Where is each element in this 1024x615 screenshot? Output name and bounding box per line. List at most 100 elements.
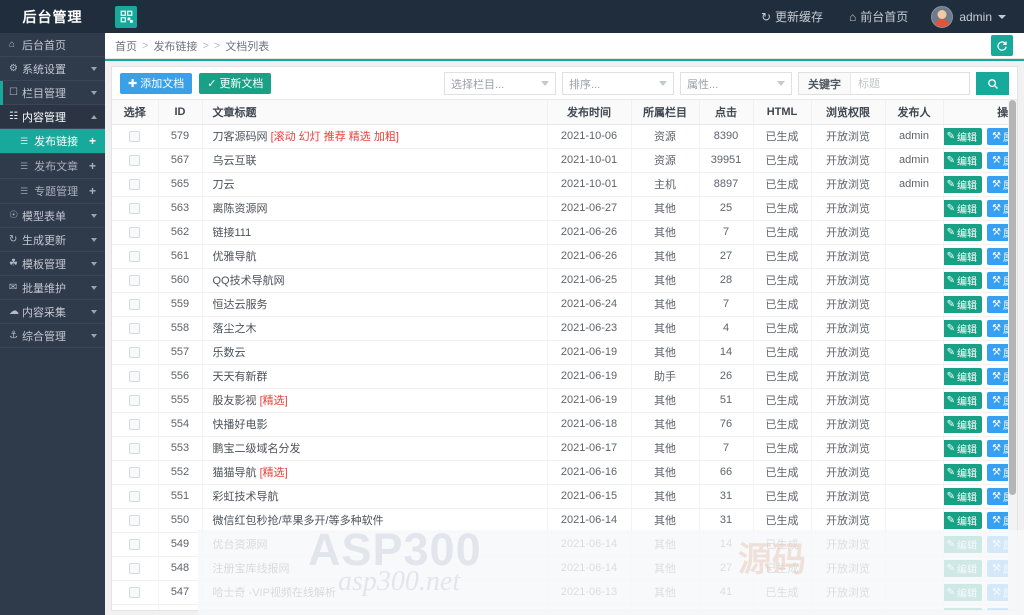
row-title[interactable]: 乐数云 bbox=[202, 340, 547, 364]
edit-button[interactable]: ✎编辑 bbox=[943, 584, 982, 601]
sidebar-item-comprehensive-management[interactable]: ⚓ 综合管理 bbox=[0, 324, 105, 348]
row-title[interactable]: 哈士奇 -VIP视频在线解析 bbox=[202, 580, 547, 604]
sidebar-subitem-publish-link[interactable]: ☰ 发布链接 + bbox=[0, 129, 105, 154]
plus-icon[interactable]: + bbox=[89, 159, 96, 173]
edit-button[interactable]: ✎编辑 bbox=[943, 128, 982, 145]
plus-icon[interactable]: + bbox=[89, 134, 96, 148]
search-input[interactable] bbox=[851, 73, 969, 94]
row-checkbox[interactable] bbox=[129, 155, 140, 166]
row-date: 2021-06-14 bbox=[547, 556, 631, 580]
edit-button[interactable]: ✎编辑 bbox=[943, 344, 982, 361]
sidebar-item-home[interactable]: ⌂ 后台首页 bbox=[0, 33, 105, 57]
attribute-select[interactable]: 属性... bbox=[680, 72, 792, 95]
row-html-status: 已生成 bbox=[753, 244, 811, 268]
row-category: 其他 bbox=[631, 604, 699, 610]
row-title[interactable]: 鹏宝二级域名分发 bbox=[202, 436, 547, 460]
row-title[interactable]: 99代挂网 [推荐] bbox=[202, 604, 547, 610]
category-select[interactable]: 选择栏目... bbox=[444, 72, 556, 95]
row-checkbox[interactable] bbox=[129, 563, 140, 574]
edit-button[interactable]: ✎编辑 bbox=[943, 152, 982, 169]
edit-button[interactable]: ✎编辑 bbox=[943, 608, 982, 611]
frontend-home-link[interactable]: ⌂ 前台首页 bbox=[836, 0, 921, 33]
row-title[interactable]: 猫猫导航 [精选] bbox=[202, 460, 547, 484]
row-checkbox[interactable] bbox=[129, 131, 140, 142]
add-document-button[interactable]: ✚ 添加文档 bbox=[120, 73, 192, 94]
row-title[interactable]: 优雅导航 bbox=[202, 244, 547, 268]
sidebar-subitem-topic-management[interactable]: ☰ 专题管理 + bbox=[0, 179, 105, 204]
edit-button[interactable]: ✎编辑 bbox=[943, 488, 982, 505]
row-title[interactable]: 离陈资源网 bbox=[202, 196, 547, 220]
breadcrumb-item-publish-link[interactable]: 发布链接 bbox=[153, 38, 197, 54]
edit-button[interactable]: ✎编辑 bbox=[943, 296, 982, 313]
sidebar-item-column-management[interactable]: ☐ 栏目管理 bbox=[0, 81, 105, 105]
row-title[interactable]: 微信红包秒抢/苹果多开/等多种软件 bbox=[202, 508, 547, 532]
sidebar-subitem-publish-article[interactable]: ☰ 发布文章 + bbox=[0, 154, 105, 179]
edit-button[interactable]: ✎编辑 bbox=[943, 536, 982, 553]
sidebar-item-system-settings[interactable]: ⚙ 系统设置 bbox=[0, 57, 105, 81]
refresh-cache-link[interactable]: ↻ 更新缓存 bbox=[748, 0, 836, 33]
row-checkbox[interactable] bbox=[129, 419, 140, 430]
row-checkbox[interactable] bbox=[129, 227, 140, 238]
row-checkbox[interactable] bbox=[129, 323, 140, 334]
search-button[interactable] bbox=[976, 72, 1009, 95]
sidebar-item-template-management[interactable]: ☘ 模板管理 bbox=[0, 252, 105, 276]
row-title[interactable]: 刀客源码网 [滚动 幻灯 推荐 精选 加粗] bbox=[202, 124, 547, 148]
edit-button[interactable]: ✎编辑 bbox=[943, 224, 982, 241]
breadcrumb-item-home[interactable]: 首页 bbox=[115, 38, 137, 54]
row-title[interactable]: 彩虹技术导航 bbox=[202, 484, 547, 508]
row-title[interactable]: 快播好电影 bbox=[202, 412, 547, 436]
column-header-html: HTML bbox=[753, 100, 811, 124]
row-title[interactable]: 落尘之木 bbox=[202, 316, 547, 340]
refresh-page-button[interactable] bbox=[991, 35, 1013, 56]
row-title[interactable]: 链接111 bbox=[202, 220, 547, 244]
row-checkbox[interactable] bbox=[129, 443, 140, 454]
breadcrumb-item-document-list[interactable]: 文档列表 bbox=[225, 38, 269, 54]
row-checkbox[interactable] bbox=[129, 539, 140, 550]
table-scrollbar[interactable] bbox=[1008, 100, 1017, 610]
edit-button[interactable]: ✎编辑 bbox=[943, 368, 982, 385]
edit-button[interactable]: ✎编辑 bbox=[943, 440, 982, 457]
user-menu[interactable]: admin bbox=[921, 0, 1012, 33]
qr-grid-icon[interactable] bbox=[115, 6, 137, 28]
edit-button[interactable]: ✎编辑 bbox=[943, 248, 982, 265]
row-checkbox[interactable] bbox=[129, 251, 140, 262]
edit-button[interactable]: ✎编辑 bbox=[943, 512, 982, 529]
row-checkbox[interactable] bbox=[129, 515, 140, 526]
edit-button[interactable]: ✎编辑 bbox=[943, 272, 982, 289]
row-title[interactable]: 优台资源网 bbox=[202, 532, 547, 556]
table-scrollbar-thumb[interactable] bbox=[1009, 100, 1016, 495]
row-checkbox[interactable] bbox=[129, 395, 140, 406]
row-checkbox[interactable] bbox=[129, 467, 140, 478]
edit-button[interactable]: ✎编辑 bbox=[943, 560, 982, 577]
row-title[interactable]: 刀云 bbox=[202, 172, 547, 196]
edit-button[interactable]: ✎编辑 bbox=[943, 416, 982, 433]
row-checkbox[interactable] bbox=[129, 203, 140, 214]
row-checkbox[interactable] bbox=[129, 491, 140, 502]
edit-button[interactable]: ✎编辑 bbox=[943, 320, 982, 337]
plus-icon[interactable]: + bbox=[89, 184, 96, 198]
edit-button[interactable]: ✎编辑 bbox=[943, 200, 982, 217]
row-title[interactable]: 乌云互联 bbox=[202, 148, 547, 172]
row-checkbox[interactable] bbox=[129, 299, 140, 310]
row-title[interactable]: 股友影视 [精选] bbox=[202, 388, 547, 412]
row-title[interactable]: 恒达云服务 bbox=[202, 292, 547, 316]
sidebar-item-generate-update[interactable]: ↻ 生成更新 bbox=[0, 228, 105, 252]
sidebar-item-content-collection[interactable]: ☁ 内容采集 bbox=[0, 300, 105, 324]
row-title[interactable]: 注册宝库线报网 bbox=[202, 556, 547, 580]
row-checkbox[interactable] bbox=[129, 371, 140, 382]
sidebar-item-content-management[interactable]: ☷ 内容管理 bbox=[0, 105, 105, 129]
row-id: 551 bbox=[158, 484, 202, 508]
update-document-button[interactable]: ✓ 更新文档 bbox=[199, 73, 271, 94]
row-checkbox[interactable] bbox=[129, 587, 140, 598]
row-title[interactable]: QQ技术导航网 bbox=[202, 268, 547, 292]
edit-button[interactable]: ✎编辑 bbox=[943, 464, 982, 481]
row-title[interactable]: 天天有新群 bbox=[202, 364, 547, 388]
edit-button[interactable]: ✎编辑 bbox=[943, 392, 982, 409]
sidebar-item-batch-maintenance[interactable]: ✉ 批量维护 bbox=[0, 276, 105, 300]
sort-select[interactable]: 排序... bbox=[562, 72, 674, 95]
row-checkbox[interactable] bbox=[129, 275, 140, 286]
row-checkbox[interactable] bbox=[129, 347, 140, 358]
sidebar-item-model-form[interactable]: ☉ 模型表单 bbox=[0, 204, 105, 228]
edit-button[interactable]: ✎编辑 bbox=[943, 176, 982, 193]
row-checkbox[interactable] bbox=[129, 179, 140, 190]
